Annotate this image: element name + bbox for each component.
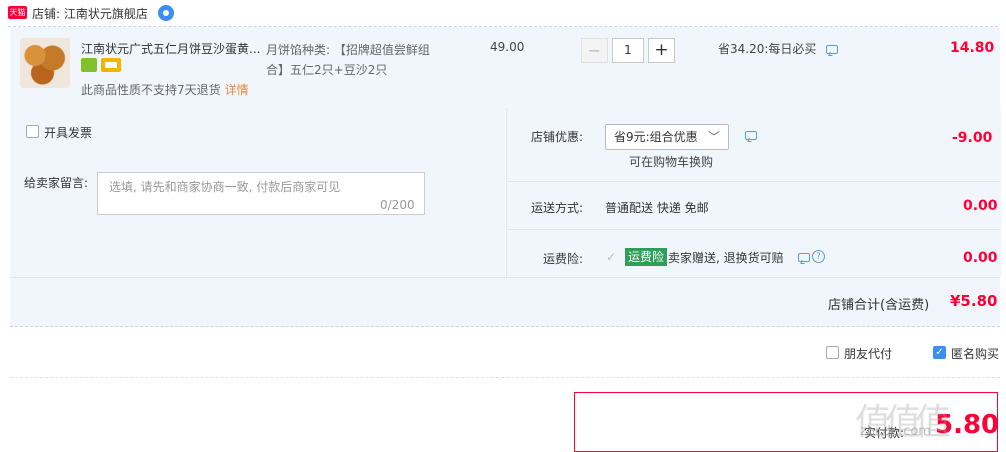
watermark-site: zhi.de.com	[860, 424, 931, 439]
anonymous-checkbox[interactable]: ✓	[933, 346, 946, 359]
insurance-label: 运费险:	[542, 252, 583, 266]
return-policy-details-link[interactable]: 详情	[225, 83, 249, 97]
product-title[interactable]: 江南状元广式五仁月饼豆沙蛋黄...	[81, 40, 261, 57]
service-guarantee-icon	[81, 58, 97, 72]
item-line-total: 14.80	[950, 40, 995, 56]
insurance-badge: 运费险	[625, 248, 668, 266]
invoice-label[interactable]: 开具发票	[44, 124, 92, 141]
quantity-decrease-button[interactable]: −	[581, 38, 608, 63]
product-thumbnail[interactable]	[20, 38, 70, 88]
comment-icon[interactable]	[826, 45, 838, 54]
shipping-label: 运送方式:	[530, 201, 583, 215]
insurance-description: 卖家赠送, 退换货可赔	[668, 251, 784, 265]
message-label: 给卖家留言:	[24, 176, 89, 190]
unit-price: 49.00	[490, 40, 525, 54]
shop-coupon-amount: -9.00	[952, 130, 993, 146]
wangwang-chat-icon[interactable]	[158, 5, 174, 21]
sku-label: 月饼馅种类:	[266, 43, 331, 57]
item-promotion: 省34.20:每日必买	[718, 42, 817, 56]
shipping-method: 普通配送 快递 免邮	[605, 201, 709, 215]
credit-card-icon	[101, 58, 121, 72]
return-policy-note: 此商品性质不支持7天退货 详情	[81, 81, 249, 98]
comment-icon[interactable]	[745, 131, 757, 140]
shop-subtotal-label: 店铺合计(含运费)	[828, 298, 930, 313]
message-char-count: 0/200	[380, 198, 415, 212]
coupon-exchange-hint: 可在购物车换购	[629, 155, 714, 169]
invoice-checkbox[interactable]	[26, 125, 39, 138]
sku-info: 月饼馅种类: 【招牌超值尝鲜组合】五仁2只+豆沙2只	[266, 40, 446, 80]
tmall-badge: 天猫	[8, 6, 27, 19]
insurance-amount: 0.00	[963, 250, 998, 266]
quantity-increase-button[interactable]: +	[648, 38, 675, 63]
divider	[10, 326, 1000, 327]
divider	[506, 229, 1000, 230]
return-policy-text: 此商品性质不支持7天退货	[81, 83, 221, 97]
seller-message-placeholder: 选填, 请先和商家协商一致, 付款后商家可见	[109, 180, 341, 194]
shop-subtotal-value: ¥5.80	[950, 292, 998, 310]
shop-name[interactable]: 店铺: 江南状元旗舰店	[32, 5, 148, 22]
friend-pay-checkbox[interactable]	[826, 346, 839, 359]
shipping-amount: 0.00	[963, 198, 998, 214]
insurance-checkbox[interactable]: ✓	[606, 251, 619, 264]
quantity-input[interactable]: 1	[612, 38, 644, 63]
divider	[506, 181, 1000, 182]
comment-icon[interactable]	[798, 253, 810, 262]
help-icon[interactable]: ?	[812, 250, 825, 263]
friend-pay-label[interactable]: 朋友代付	[844, 345, 892, 362]
chevron-down-icon: ﹀	[708, 130, 721, 144]
shop-coupon-label: 店铺优惠:	[530, 130, 583, 144]
anonymous-label[interactable]: 匿名购买	[951, 345, 999, 362]
divider	[10, 377, 1000, 378]
